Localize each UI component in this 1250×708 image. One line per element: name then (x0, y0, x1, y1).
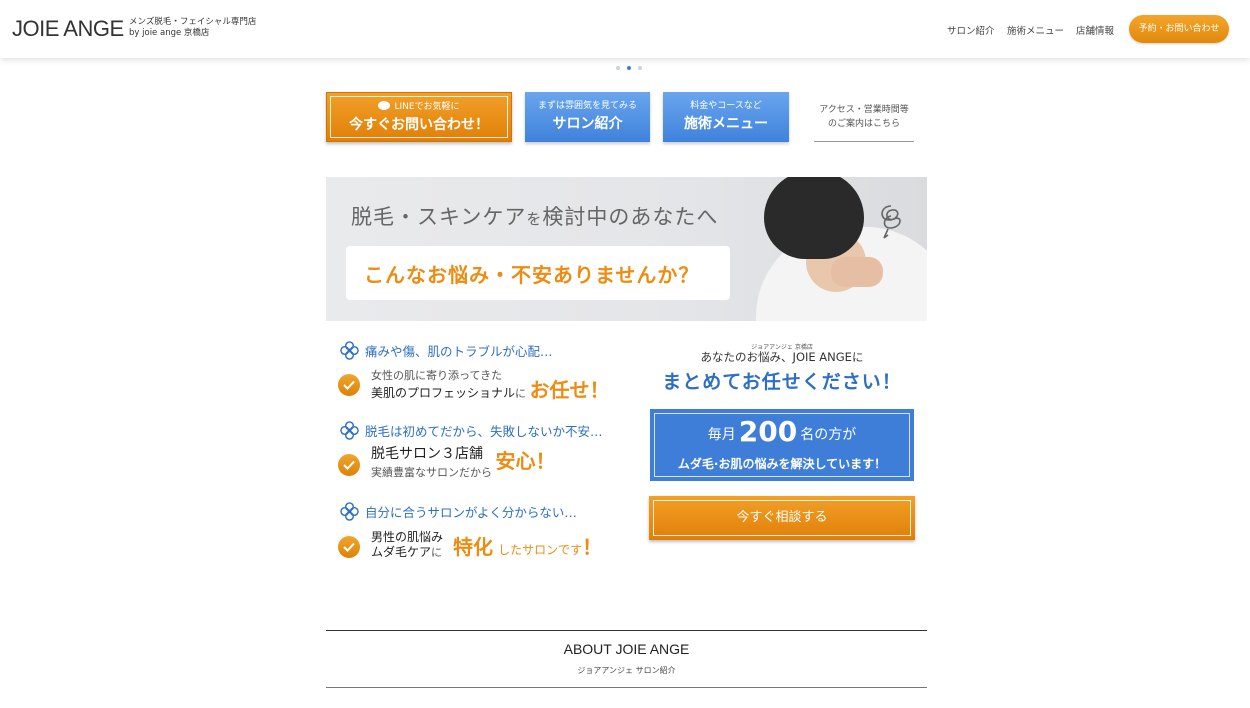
concern-highlight: 安心！ (495, 449, 556, 473)
concern-highlight-group: 特化 したサロンです！ (453, 531, 602, 560)
concern-heading-text: 脱毛は初めてだから、失敗しないか不安… (365, 424, 603, 439)
treatment-menu-big-label: 施術メニュー (684, 116, 768, 132)
nav-treatment-menu[interactable]: 施術メニュー (1007, 23, 1064, 37)
count-prefix: 毎月 (707, 427, 736, 443)
concern-highlight: 特化 (453, 535, 493, 559)
about-subtitle: ジョアアンジェ サロン紹介 (577, 666, 676, 675)
count-line1: 毎月 200 名の方が (650, 415, 914, 448)
banner-title: 脱毛・スキンケアを検討中のあなたへ (351, 201, 718, 231)
concern-answer-particle: に (431, 546, 443, 559)
concern-heading-text: 痛みや傷、肌のトラブルが心配… (365, 344, 553, 359)
nav-store-info[interactable]: 店舗情報 (1076, 23, 1114, 37)
concern-answer: 男性の肌悩み ムダ毛ケアに (371, 530, 443, 560)
count-suffix: 名の方が (800, 427, 857, 443)
stress-scribble-icon (881, 205, 901, 239)
check-icon (338, 454, 360, 476)
tagline-line2: by joie ange 京橋店 (129, 28, 210, 38)
banner-title-particle: を (526, 210, 543, 228)
concern-heading: 痛みや傷、肌のトラブルが心配… (340, 341, 553, 360)
carousel-dot-2-active[interactable] (627, 66, 631, 70)
access-line1: アクセス・営業時間等 (819, 105, 909, 115)
salon-intro-big-label: サロン紹介 (552, 116, 623, 132)
banner-question-box: こんなお悩み・不安ありませんか？ (346, 246, 730, 300)
concern-answer: 脱毛サロン３店舗 実績豊富なサロンだから 安心！ (371, 447, 556, 480)
reserve-button[interactable]: 予約・お問い合わせ (1129, 15, 1229, 43)
concern-answer-line1: 脱毛サロン３店舗 (371, 446, 483, 462)
concern-answer-particle: に (515, 387, 527, 400)
concern-answer-line2: 美肌のプロフェッショナル (371, 386, 516, 400)
concern-highlight: お任せ！ (529, 378, 610, 402)
count-line2: ムダ毛·お肌の悩みを解決しています！ (677, 457, 887, 471)
concern-heading-text: 自分に合うサロンがよく分からない… (365, 505, 577, 520)
line-contact-small-text: LINEでお気軽に (394, 102, 460, 112)
chat-bubble-icon (378, 101, 391, 110)
banner-title-rest: 検討中のあなたへ (542, 205, 719, 229)
access-info-link[interactable]: アクセス・営業時間等 のご案内はこちら (814, 103, 914, 142)
monthly-count-box: 毎月 200 名の方が ムダ毛·お肌の悩みを解決しています！ (650, 409, 914, 481)
consult-now-button[interactable]: 今すぐ相談する (649, 496, 915, 540)
salon-intro-button[interactable]: まずは雰囲気を見てみる サロン紹介 (525, 92, 650, 142)
tagline-line1: メンズ脱毛・フェイシャル専門店 (129, 17, 257, 27)
solution-line1: あなたのお悩み、JOIE ANGEに (700, 350, 864, 364)
flower-icon (340, 341, 359, 360)
site-logo[interactable]: JOIE ANGE (12, 16, 124, 42)
banner-question: こんなお悩み・不安ありませんか？ (364, 263, 700, 287)
check-icon (338, 374, 360, 396)
concern-answer-line2: ムダ毛ケア (371, 545, 432, 559)
count-number: 200 (738, 415, 798, 448)
man-head (764, 177, 864, 259)
treatment-menu-button[interactable]: 料金やコースなど 施術メニュー (663, 92, 789, 142)
hero-banner: 脱毛・スキンケアを検討中のあなたへ こんなお悩み・不安ありませんか？ (326, 177, 927, 321)
nav-salon-intro[interactable]: サロン紹介 (947, 23, 995, 37)
concern-heading: 自分に合うサロンがよく分からない… (340, 502, 577, 521)
access-line2: のご案内はこちら (827, 119, 900, 129)
concern-heading: 脱毛は初めてだから、失敗しないか不安… (340, 421, 603, 440)
concern-answer-line1: 男性の肌悩み (371, 530, 444, 544)
site-header: JOIE ANGE メンズ脱毛・フェイシャル専門店 by joie ange 京… (0, 0, 1250, 58)
line-contact-button[interactable]: LINEでお気軽に 今すぐお問い合わせ！ (326, 92, 512, 142)
check-icon (338, 536, 360, 558)
concern-highlight-tail: したサロンです (498, 543, 583, 557)
carousel-dot-1[interactable] (616, 66, 620, 70)
about-section-header: ABOUT JOIE ANGE ジョアアンジェ サロン紹介 (326, 630, 927, 688)
line-contact-small-label: LINEでお気軽に (327, 101, 511, 113)
site-tagline: メンズ脱毛・フェイシャル専門店 by joie ange 京橋店 (129, 17, 256, 39)
consult-now-label: 今すぐ相談する (736, 510, 828, 525)
salon-intro-small-label: まずは雰囲気を見てみる (537, 101, 637, 111)
treatment-menu-small-label: 料金やコースなど (690, 101, 762, 111)
flower-icon (340, 421, 359, 440)
concern-answer-line2: 実績豊富なサロンだから (371, 466, 492, 479)
flower-icon (340, 502, 359, 521)
about-title: ABOUT JOIE ANGE (563, 641, 690, 657)
man-hand (831, 257, 883, 287)
line-contact-big-label: 今すぐお問い合わせ！ (349, 117, 489, 133)
banner-title-main: 脱毛・スキンケア (351, 205, 527, 229)
solution-headline: まとめてお任せください！ (662, 371, 902, 393)
carousel-dot-3[interactable] (638, 66, 642, 70)
concern-highlight-exclaim: ！ (582, 535, 603, 559)
concern-answer: 女性の肌に寄り添ってきた 美肌のプロフェッショナルに お任せ！ (371, 368, 610, 401)
